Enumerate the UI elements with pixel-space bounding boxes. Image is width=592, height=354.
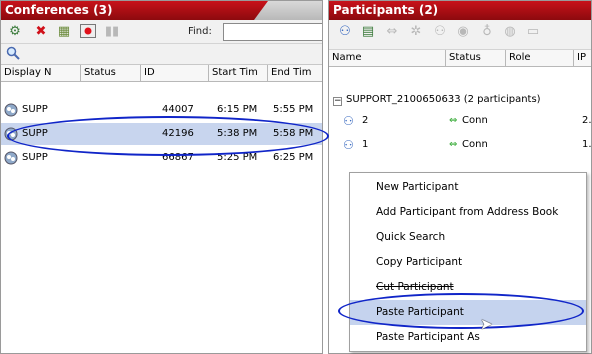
microphone-icon[interactable]: ♁	[479, 24, 495, 40]
conferences-header: Display N Status ID Start Tim End Tim	[1, 65, 322, 82]
menu-item-add-from-address-book[interactable]: Add Participant from Address Book	[350, 200, 586, 225]
conference-status	[81, 123, 141, 145]
camera-icon[interactable]: ▭	[525, 24, 541, 40]
conference-name: SUPP	[22, 128, 48, 139]
conferences-list: SUPP 44007 6:15 PM 5:55 PM SUPP 42196 5:…	[1, 99, 322, 353]
conference-icon	[3, 151, 19, 165]
group-label: SUPPORT_2100650633 (2 participants)	[346, 94, 541, 105]
disconnect-icon[interactable]: ✲	[408, 24, 424, 40]
menu-item-new-participant[interactable]: New Participant	[350, 175, 586, 200]
conference-status	[81, 99, 141, 121]
connected-icon: ⇔	[449, 115, 458, 126]
record-icon[interactable]	[80, 24, 96, 40]
col-role[interactable]: Role	[506, 50, 574, 67]
mouse-cursor-icon: ➤	[480, 315, 493, 333]
conference-icon	[3, 103, 19, 117]
conference-id: 66867	[162, 152, 194, 163]
table-row[interactable]: SUPP 66867 5:25 PM 6:25 PM	[1, 147, 322, 169]
conferences-search-bar	[1, 44, 322, 65]
add-conference-icon[interactable]: ⚙	[7, 24, 23, 40]
participants-toolbar: ⚇ ▤ ⇔ ✲ ⚇ ◉ ♁ ◍ ▭	[329, 20, 591, 50]
video-icon[interactable]: ◍	[502, 24, 518, 40]
col-status[interactable]: Status	[446, 50, 506, 67]
collapse-icon[interactable]: −	[333, 97, 342, 106]
col-name[interactable]: Name	[329, 50, 446, 67]
add-participant-icon[interactable]: ⚇	[337, 24, 353, 40]
participants-title: Participants (2)	[333, 3, 439, 17]
conference-id: 42196	[162, 128, 194, 139]
participant-name: 2	[362, 115, 369, 126]
menu-item-quick-search[interactable]: Quick Search	[350, 225, 586, 250]
participant-ip: 2.	[582, 115, 592, 126]
conference-id: 44007	[162, 104, 194, 115]
participant-icon: ⚇	[343, 138, 354, 152]
remove-participant-icon[interactable]: ⚇	[432, 24, 448, 40]
title-bar-tab-edge	[254, 1, 322, 20]
find-input[interactable]	[223, 23, 322, 41]
participant-row[interactable]: ⚇ 1 ⇔ Conn 1.	[329, 134, 591, 156]
context-menu: New Participant Add Participant from Add…	[349, 172, 587, 352]
conference-start: 5:25 PM	[217, 152, 258, 163]
menu-item-paste-participant-as[interactable]: Paste Participant As	[350, 325, 586, 350]
conference-status	[81, 147, 141, 169]
search-icon[interactable]	[5, 46, 21, 62]
conference-end: 5:55 PM	[273, 104, 314, 115]
conference-icon	[3, 127, 19, 141]
conference-start: 6:15 PM	[217, 104, 258, 115]
conference-end: 5:58 PM	[273, 128, 314, 139]
participant-icon: ⚇	[343, 114, 354, 128]
menu-item-cut-participant[interactable]: Cut Participant	[350, 275, 586, 300]
col-end-time[interactable]: End Tim	[268, 65, 322, 82]
col-status[interactable]: Status	[81, 65, 141, 82]
connect-icon[interactable]: ⇔	[384, 24, 400, 40]
conferences-title-bar: Conferences (3)	[1, 1, 322, 20]
conference-name: SUPP	[22, 104, 48, 115]
participants-title-bar: Participants (2)	[329, 1, 591, 20]
participant-status: Conn	[462, 115, 488, 126]
pause-record-icon[interactable]: ▮▮	[104, 24, 120, 40]
col-start-time[interactable]: Start Tim	[209, 65, 268, 82]
table-row[interactable]: SUPP 44007 6:15 PM 5:55 PM	[1, 99, 322, 121]
participant-ip: 1.	[582, 139, 592, 150]
col-display-name[interactable]: Display N	[1, 65, 81, 82]
conferences-toolbar: ⚙ ✖ ▦ ▮▮ Find:	[1, 20, 322, 44]
conferences-title: Conferences (3)	[5, 3, 113, 17]
menu-item-copy-participant[interactable]: Copy Participant	[350, 250, 586, 275]
col-ip[interactable]: IP	[574, 50, 591, 67]
find-label: Find:	[188, 26, 212, 37]
conference-name: SUPP	[22, 152, 48, 163]
conference-properties-icon[interactable]: ▦	[56, 24, 72, 40]
address-book-icon[interactable]: ▤	[360, 24, 376, 40]
participant-status: Conn	[462, 139, 488, 150]
participants-header: Name Status Role IP	[329, 50, 591, 67]
conference-end: 6:25 PM	[273, 152, 314, 163]
mute-icon[interactable]: ◉	[455, 24, 471, 40]
participant-name: 1	[362, 139, 369, 150]
participant-row[interactable]: ⚇ 2 ⇔ Conn 2.	[329, 110, 591, 132]
conference-group-row[interactable]: − SUPPORT_2100650633 (2 participants)	[329, 91, 591, 108]
conference-start: 5:38 PM	[217, 128, 258, 139]
menu-item-paste-participant[interactable]: Paste Participant	[350, 300, 586, 325]
connected-icon: ⇔	[449, 139, 458, 150]
col-id[interactable]: ID	[141, 65, 209, 82]
conferences-pane: Conferences (3) ⚙ ✖ ▦ ▮▮ Find: Display N…	[0, 0, 323, 354]
table-row-selected[interactable]: SUPP 42196 5:38 PM 5:58 PM	[1, 123, 322, 145]
delete-conference-icon[interactable]: ✖	[33, 24, 49, 40]
